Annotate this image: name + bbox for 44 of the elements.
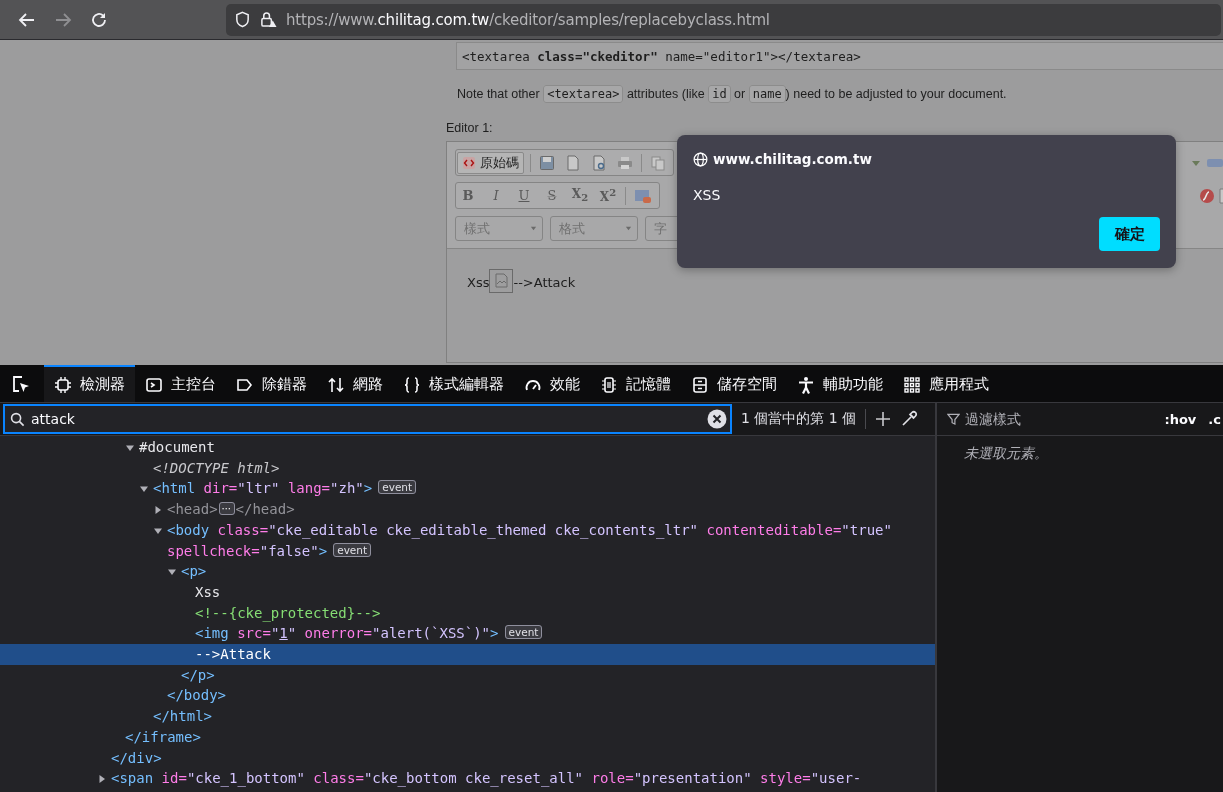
selected-node-row[interactable]: -->Attack [0, 644, 935, 665]
markup-line[interactable]: <body class="cke_editable cke_editable_themed cke_contents_ltr" contenteditable="true" spellcheck="false"> $^{event}$ [167, 519, 915, 562]
no-selection-text: 未選取元素。 [963, 444, 1049, 463]
dialog-message: XSS [693, 187, 722, 203]
markup-line[interactable]: #document [139, 437, 215, 458]
devtools-tab[interactable]: 網路 [317, 365, 393, 402]
address-bar[interactable]: https://www.chilitag.com.tw/ckeditor/samples/replacebyclass.html [226, 3, 1221, 36]
markup-line[interactable]: <head> $^{⋯}$ </head> [167, 499, 295, 520]
markup-line[interactable]: <p> [181, 561, 207, 582]
markup-line[interactable]: </p> [181, 664, 215, 686]
markup-line[interactable]: </iframe> [125, 726, 201, 748]
devtools-tab[interactable]: 主控台 [135, 365, 226, 402]
markup-line[interactable]: <!DOCTYPE html> [153, 457, 280, 479]
devtools-tab[interactable]: 輔助功能 [787, 365, 893, 402]
markup-line[interactable]: <span id="cke_1_bottom" class="cke_bottom cke_reset_all" role="presentation" style="user- [111, 768, 862, 789]
devtools-tab[interactable]: 檢測器 [44, 365, 135, 402]
markup-line[interactable]: Xss [195, 581, 221, 603]
class-toggle[interactable]: .c [1208, 411, 1221, 427]
search-result-count: 1 個當中的第 1 個 [741, 410, 857, 428]
markup-line[interactable]: <!--{cke_protected}--> [195, 602, 381, 624]
devtools-tab[interactable]: 記憶體 [590, 365, 681, 402]
markup-line[interactable]: -->Attack [195, 644, 271, 665]
markup-line[interactable]: <html dir="ltr" lang="zh"> $^{event}$ [153, 478, 417, 500]
editor-text: Xss [467, 275, 490, 291]
editor-text: -->Attack [513, 275, 576, 291]
filter-styles-field[interactable]: 過濾樣式 [965, 411, 1115, 427]
markup-line[interactable]: </html> [153, 706, 212, 727]
hover-state-toggle[interactable]: :hov [1164, 411, 1197, 427]
devtools-tab[interactable]: 儲存空間 [681, 365, 787, 402]
note-text: Note that other <textarea> attributes (like id or name ) need to be adjusted to your document. [457, 84, 1008, 104]
devtools-tab[interactable]: 應用程式 [893, 365, 999, 402]
devtools-tab[interactable]: 樣式編輯器 [393, 365, 514, 402]
markup-line[interactable]: <img src="1" onerror="alert(`XSS`)"> $^{event}$ [195, 623, 543, 645]
devtools-tab[interactable]: 除錯器 [226, 365, 317, 402]
dialog-host: www.chilitag.com.tw [713, 151, 872, 167]
devtools-tab[interactable]: 效能 [514, 365, 590, 402]
editor-label: Editor 1: [446, 121, 494, 135]
ok-button[interactable]: 確定 [1099, 217, 1160, 251]
markup-line[interactable]: </body> [167, 685, 226, 707]
code-block: <textarea class="ckeditor" name="editor1"></textarea> [456, 42, 1223, 70]
markup-line[interactable]: </div> [111, 747, 162, 769]
url-text: https://www.chilitag.com.tw/ckeditor/samples/replacebyclass.html [286, 10, 770, 29]
source-button[interactable]: 原始碼 [457, 151, 524, 174]
search-field[interactable]: attack [3, 404, 732, 434]
